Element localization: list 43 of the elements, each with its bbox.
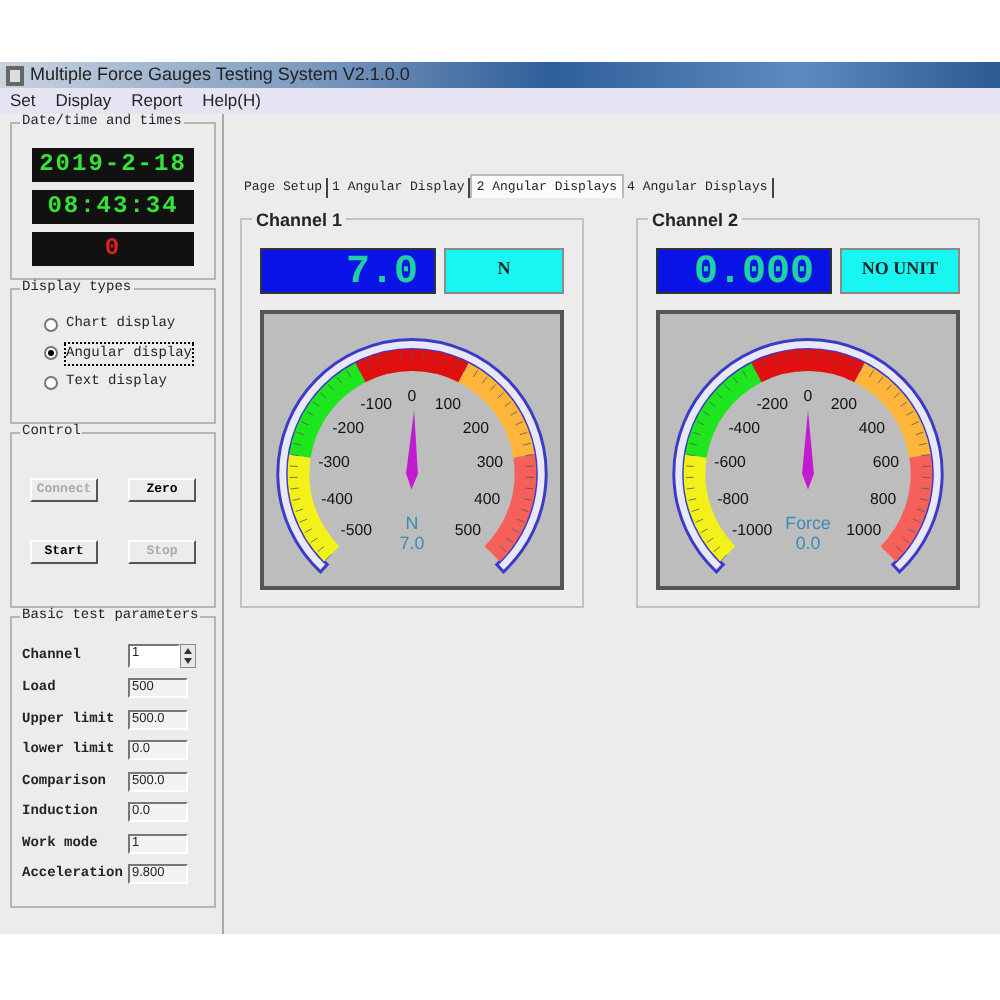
scale-label: 200 bbox=[830, 395, 857, 414]
menu-item[interactable]: Display bbox=[55, 88, 112, 114]
scale-label: 1000 bbox=[846, 521, 882, 540]
counter-display: 0 bbox=[32, 232, 194, 266]
reading-display: 0.000 bbox=[656, 248, 832, 294]
scale-label: -1000 bbox=[732, 521, 773, 540]
dial-value: 7.0 bbox=[399, 532, 425, 553]
scale-label: -100 bbox=[360, 395, 392, 414]
scale-label: 400 bbox=[473, 490, 501, 508]
scale-label: 0 bbox=[407, 386, 417, 405]
radio-button[interactable] bbox=[44, 375, 58, 390]
scale-label: -500 bbox=[340, 521, 372, 540]
time-display: 08:43:34 bbox=[32, 190, 194, 224]
radio-button[interactable] bbox=[44, 317, 58, 332]
scale-label: 400 bbox=[858, 419, 885, 438]
menu-item[interactable]: Report bbox=[131, 88, 183, 114]
scale-label: 0 bbox=[803, 386, 813, 405]
scale-label: -800 bbox=[717, 490, 749, 508]
scale-label: 600 bbox=[872, 453, 900, 472]
scale-label: 300 bbox=[476, 453, 504, 472]
scale-label: -400 bbox=[321, 490, 353, 508]
scale-label: 100 bbox=[434, 395, 461, 414]
scale-label: -300 bbox=[318, 453, 350, 472]
scale-label: -200 bbox=[756, 395, 788, 414]
app-icon bbox=[6, 65, 24, 85]
radio-button[interactable] bbox=[44, 346, 58, 361]
dial-unit: Force bbox=[785, 512, 831, 533]
unit-display: N bbox=[444, 248, 564, 294]
scale-label: -600 bbox=[714, 453, 746, 472]
menu-item[interactable]: Set bbox=[10, 88, 36, 114]
menu-item[interactable]: Help(H) bbox=[202, 88, 261, 114]
dial-value: 0.0 bbox=[795, 532, 821, 553]
scale-label: -200 bbox=[332, 419, 364, 438]
scale-label: 500 bbox=[454, 521, 481, 540]
window-title: Multiple Force Gauges Testing System V2.1.0.0 bbox=[30, 61, 410, 88]
unit-display: NO UNIT bbox=[840, 248, 960, 294]
reading-display: 7.0 bbox=[260, 248, 436, 294]
scale-label: -400 bbox=[728, 419, 760, 438]
scale-label: 200 bbox=[462, 419, 489, 438]
spin-arrows-icon[interactable] bbox=[180, 644, 196, 668]
dial-unit: N bbox=[405, 512, 419, 533]
date-display: 2019-2-18 bbox=[32, 148, 194, 182]
scale-label: 800 bbox=[869, 490, 897, 508]
